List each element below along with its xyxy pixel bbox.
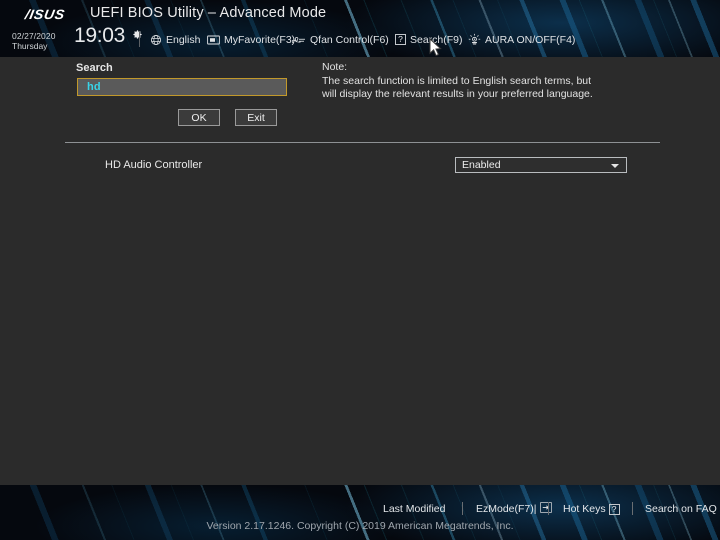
version-copyright-label: Version 2.17.1246. Copyright (C) 2019 Am…	[206, 520, 514, 532]
note-line-1: The search function is limited to Englis…	[322, 74, 592, 87]
header-item-label: Search(F9)	[410, 33, 463, 46]
folder-star-icon	[207, 34, 220, 46]
header-item-label: Qfan Control(F6)	[310, 33, 389, 46]
ok-button[interactable]: OK	[178, 109, 220, 126]
aura-light-icon	[468, 33, 481, 46]
exit-button[interactable]: Exit	[235, 109, 277, 126]
gear-icon[interactable]	[132, 27, 143, 39]
header-item-english[interactable]: English	[150, 32, 200, 47]
datetime-display: 02/27/2020 Thursday 19:03	[12, 24, 142, 56]
header-item-myfavorite[interactable]: MyFavorite(F3)	[207, 32, 295, 47]
footer-item-ezmode[interactable]: EzMode(F7)|	[476, 502, 552, 516]
header-item-label: MyFavorite(F3)	[224, 33, 296, 46]
asus-logo: /ISUS	[23, 7, 67, 22]
footer-item-label: Hot Keys	[563, 503, 606, 515]
note-line-2: will display the relevant results in you…	[322, 88, 593, 100]
page-title: UEFI BIOS Utility – Advanced Mode	[90, 5, 327, 21]
footer-item-label: EzMode(F7)|	[476, 503, 537, 515]
arrow-exit-icon	[539, 502, 552, 516]
question-box-icon: ?	[608, 503, 620, 515]
globe-icon	[150, 34, 162, 46]
hd-audio-controller-dropdown[interactable]: Enabled	[455, 157, 627, 173]
fan-icon	[292, 34, 306, 46]
search-label: Search	[76, 62, 113, 74]
header-item-label: English	[166, 33, 201, 46]
bios-screen: /ISUS UEFI BIOS Utility – Advanced Mode …	[0, 0, 720, 540]
header-item-search[interactable]: ? Search(F9)	[395, 32, 463, 47]
footer-divider-1	[462, 502, 463, 515]
dropdown-selected-value: Enabled	[462, 159, 501, 171]
footer-divider-2	[548, 502, 549, 515]
search-input-value: hd	[87, 81, 101, 93]
footer-item-label: Last Modified	[383, 503, 446, 515]
note-title: Note:	[322, 61, 348, 73]
date-label: 02/27/2020	[12, 31, 56, 41]
note-block: Note: The search function is limited to …	[322, 61, 632, 102]
search-input[interactable]: hd	[77, 78, 287, 96]
footer-item-label: Search on FAQ	[645, 503, 717, 515]
footer-item-last-modified[interactable]: Last Modified	[383, 502, 445, 516]
section-divider	[65, 142, 660, 143]
header-item-label: AURA ON/OFF(F4)	[485, 33, 576, 46]
footer-item-hot-keys[interactable]: Hot Keys ?	[563, 502, 620, 516]
main-content: Search hd Note: The search function is l…	[0, 57, 720, 485]
question-box-icon: ?	[395, 34, 406, 45]
header-item-qfan-control[interactable]: Qfan Control(F6)	[292, 32, 389, 47]
chevron-down-icon	[611, 164, 619, 168]
header-item-aura[interactable]: AURA ON/OFF(F4)	[468, 32, 575, 47]
weekday-label: Thursday	[12, 41, 48, 51]
header-divider	[139, 31, 140, 47]
header-bar: /ISUS UEFI BIOS Utility – Advanced Mode …	[0, 0, 720, 57]
clock-label: 19:03	[74, 24, 126, 47]
footer-item-search-on-faq[interactable]: Search on FAQ	[645, 502, 717, 516]
footer-divider-3	[632, 502, 633, 515]
setting-label-hd-audio-controller: HD Audio Controller	[105, 159, 203, 171]
